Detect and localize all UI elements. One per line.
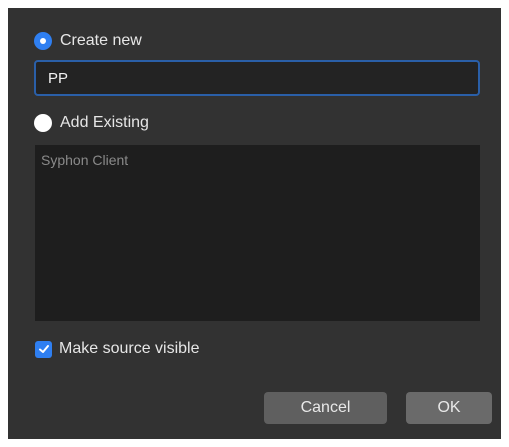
existing-sources-list[interactable]: Syphon Client — [35, 145, 480, 321]
create-new-label: Create new — [60, 32, 142, 49]
make-source-visible-option[interactable]: Make source visible — [35, 338, 200, 360]
make-visible-checkbox[interactable] — [35, 340, 52, 358]
ok-button[interactable]: OK — [406, 392, 492, 424]
add-existing-option[interactable]: Add Existing — [34, 112, 149, 134]
create-new-radio[interactable] — [34, 32, 52, 50]
radio-selected-dot-icon — [40, 38, 46, 44]
add-source-dialog: Create new Add Existing Syphon Client Ma… — [8, 8, 501, 439]
create-new-option[interactable]: Create new — [34, 30, 142, 52]
list-item[interactable]: Syphon Client — [41, 151, 474, 169]
make-visible-label: Make source visible — [59, 340, 200, 357]
checkmark-icon — [38, 345, 49, 353]
add-existing-label: Add Existing — [60, 114, 149, 131]
source-name-input[interactable] — [34, 60, 480, 96]
cancel-button[interactable]: Cancel — [264, 392, 387, 424]
add-existing-radio[interactable] — [34, 114, 52, 132]
